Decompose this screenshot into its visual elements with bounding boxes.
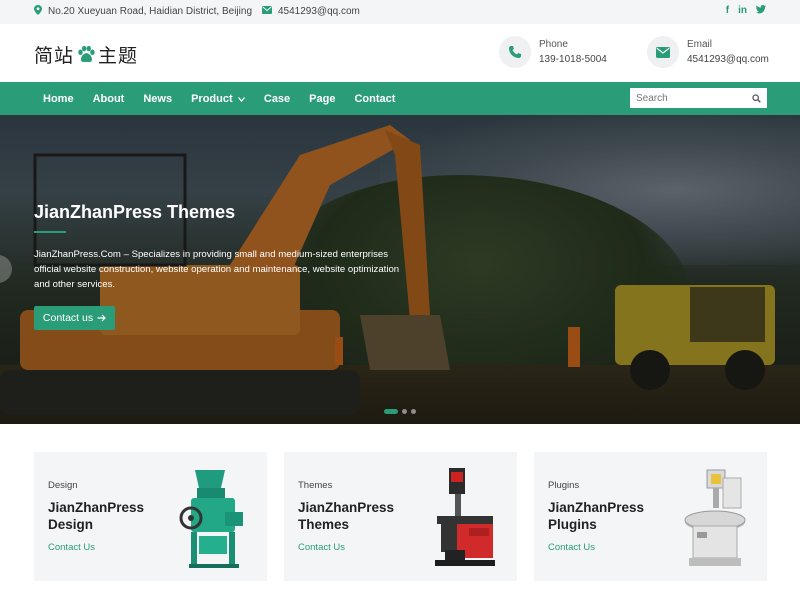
logo-text-left: 简站 xyxy=(34,46,75,67)
email-text[interactable]: 4541293@qq.com xyxy=(278,6,360,17)
logo-text-right: 主题 xyxy=(98,46,139,67)
twitter-icon[interactable] xyxy=(756,5,766,17)
mail-icon xyxy=(647,36,679,68)
hero-title-underline xyxy=(34,231,66,233)
card-contact-link[interactable]: Contact Us xyxy=(548,542,595,553)
location-icon xyxy=(34,5,42,18)
hero-title: JianZhanPress Themes xyxy=(34,202,236,222)
top-info-bar: No.20 Xueyuan Road, Haidian District, Be… xyxy=(0,0,800,24)
card-title[interactable]: JianZhanPress Themes xyxy=(298,499,418,533)
paw-icon xyxy=(78,45,95,62)
tire-changer-machine-image xyxy=(435,468,495,566)
phone-number[interactable]: 139-1018-5004 xyxy=(539,52,607,67)
address-text: No.20 Xueyuan Road, Haidian District, Be… xyxy=(48,6,252,17)
site-logo[interactable]: 简站 主题 xyxy=(34,41,138,68)
slider-dot-2[interactable] xyxy=(402,409,407,414)
nav-item-news[interactable]: News xyxy=(143,93,172,105)
card-title[interactable]: JianZhanPress Plugins xyxy=(548,499,668,533)
nav-item-product-label: Product xyxy=(191,92,233,105)
phone-label: Phone xyxy=(539,39,568,50)
facebook-icon[interactable]: f xyxy=(726,5,729,17)
rotary-press-machine-image xyxy=(684,469,746,566)
social-links: f in xyxy=(726,5,766,17)
hero-slider: JianZhanPress Themes JianZhanPress.Com –… xyxy=(0,115,800,424)
envelope-icon xyxy=(262,6,272,17)
nav-item-about[interactable]: About xyxy=(93,93,125,105)
header-email: Email 4541293@qq.com xyxy=(647,36,769,68)
email-address[interactable]: 4541293@qq.com xyxy=(687,52,769,67)
card-contact-link[interactable]: Contact Us xyxy=(48,542,95,553)
card-title[interactable]: JianZhanPress Design xyxy=(48,499,168,533)
search-input[interactable] xyxy=(631,89,749,107)
search-icon[interactable] xyxy=(749,91,763,105)
phone-icon xyxy=(499,36,531,68)
feature-card-themes[interactable]: Themes JianZhanPress Themes Contact Us xyxy=(284,452,517,581)
hero-description: JianZhanPress.Com – Specializes in provi… xyxy=(34,249,400,290)
slider-pagination xyxy=(384,409,416,414)
feature-card-design[interactable]: Design JianZhanPress Design Contact Us xyxy=(34,452,267,581)
arrow-right-icon xyxy=(97,314,106,322)
site-header: 简站 主题 Phone 139-1018-5004 Email 4541293@… xyxy=(0,24,800,82)
card-category: Themes xyxy=(298,480,333,491)
contact-us-label: Contact us xyxy=(42,312,94,324)
header-phone: Phone 139-1018-5004 xyxy=(499,36,607,68)
nav-item-home[interactable]: Home xyxy=(43,93,74,105)
linkedin-icon[interactable]: in xyxy=(738,5,747,17)
card-category: Design xyxy=(48,480,78,491)
slider-dot-3[interactable] xyxy=(411,409,416,414)
nav-item-product[interactable]: Product xyxy=(191,93,245,105)
nav-item-case[interactable]: Case xyxy=(264,93,290,105)
nav-item-contact[interactable]: Contact xyxy=(354,93,395,105)
slider-dot-1[interactable] xyxy=(384,409,398,414)
search-box xyxy=(630,88,767,108)
card-category: Plugins xyxy=(548,480,580,491)
card-contact-link[interactable]: Contact Us xyxy=(298,542,345,553)
contact-info: No.20 Xueyuan Road, Haidian District, Be… xyxy=(34,5,360,18)
feature-card-plugins[interactable]: Plugins JianZhanPress Plugins Contact Us xyxy=(534,452,767,581)
grain-mill-machine-image xyxy=(179,470,243,568)
contact-us-button[interactable]: Contact us xyxy=(34,306,115,330)
nav-item-page[interactable]: Page xyxy=(309,93,335,105)
email-label: Email xyxy=(687,39,713,50)
chevron-down-icon xyxy=(236,95,245,104)
